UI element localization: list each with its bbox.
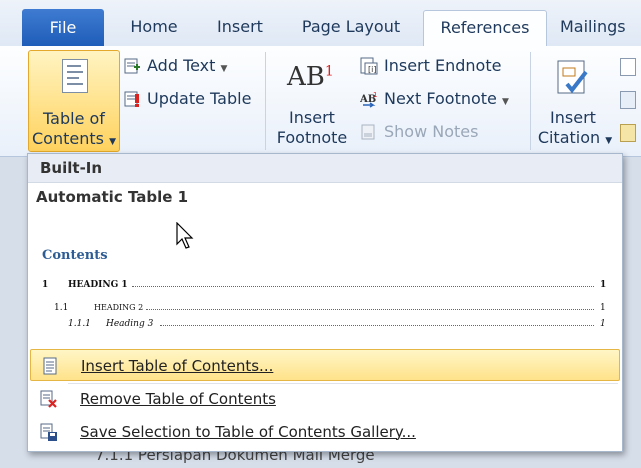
- chevron-down-icon: ▼: [109, 137, 116, 147]
- toc-label-line2: Contents ▼: [32, 129, 116, 148]
- tab-insert[interactable]: Insert: [206, 10, 274, 46]
- tab-home[interactable]: Home: [118, 10, 190, 46]
- preview-title: Contents: [42, 248, 108, 263]
- add-text-icon: [124, 58, 140, 74]
- mouse-cursor-icon: [176, 222, 194, 249]
- insert-footnote-button[interactable]: AB1 Insert Footnote: [270, 50, 354, 150]
- show-notes-button[interactable]: Show Notes: [360, 119, 500, 145]
- insert-footnote-label-1: Insert: [289, 108, 335, 127]
- ribbon-tab-strip: File Home Insert Page Layout References …: [0, 0, 641, 48]
- ribbon-group-separator: [265, 52, 266, 150]
- insert-citation-button[interactable]: Insert Citation ▼: [535, 50, 615, 150]
- ribbon-group-separator: [530, 52, 531, 150]
- style-icon[interactable]: [620, 91, 636, 109]
- add-text-button[interactable]: Add Text ▼: [123, 53, 253, 79]
- insert-endnote-button[interactable]: [i] Insert Endnote: [360, 53, 520, 79]
- tab-references[interactable]: References: [423, 10, 547, 48]
- remove-toc-icon: [40, 390, 57, 408]
- save-to-gallery-icon: [40, 423, 57, 441]
- next-footnote-button[interactable]: AB 1 Next Footnote ▼: [360, 86, 520, 112]
- tab-file[interactable]: File: [22, 9, 104, 47]
- toc-label-line1: Table of: [43, 109, 105, 128]
- next-footnote-icon: AB 1: [360, 91, 377, 108]
- endnote-icon: [i]: [360, 57, 378, 75]
- update-table-button[interactable]: Update Table: [123, 86, 263, 112]
- footnote-icon: AB1: [287, 62, 334, 92]
- bibliography-icon[interactable]: [620, 124, 636, 142]
- gallery-item-title: Automatic Table 1: [36, 188, 189, 206]
- table-of-contents-dropdown: Built-In Automatic Table 1 Contents 1 HE…: [27, 153, 623, 452]
- automatic-table-1-preview[interactable]: Contents 1 HEADING 1 1 1.1 HEADING 2 1 1…: [36, 214, 614, 334]
- tab-mailings[interactable]: Mailings: [560, 10, 641, 46]
- table-of-contents-button[interactable]: Table of Contents ▼: [28, 50, 120, 152]
- remove-table-of-contents-item[interactable]: Remove Table of Contents: [30, 383, 618, 415]
- insert-citation-label-1: Insert: [550, 108, 596, 127]
- insert-citation-label-2: Citation ▼: [537, 128, 613, 147]
- save-selection-to-gallery-item[interactable]: Save Selection to Table of Contents Gall…: [30, 416, 618, 448]
- show-notes-icon: [361, 124, 375, 140]
- ribbon: Table of Contents ▼ Add Text ▼ Update Ta…: [0, 46, 641, 157]
- insert-table-of-contents-item[interactable]: Insert Table of Contents...: [30, 349, 620, 381]
- update-table-icon: [124, 91, 139, 107]
- chevron-down-icon: ▼: [501, 97, 509, 107]
- chevron-down-icon: ▼: [220, 64, 228, 74]
- tab-page-layout[interactable]: Page Layout: [292, 10, 410, 46]
- table-of-contents-icon: [43, 357, 57, 375]
- citation-icon: [557, 60, 588, 94]
- svg-text:[i]: [i]: [368, 65, 376, 74]
- table-of-contents-icon: [62, 59, 88, 93]
- insert-footnote-label-2: Footnote: [276, 128, 348, 147]
- gallery-section-header: Built-In: [28, 154, 622, 183]
- manage-sources-icon[interactable]: [620, 58, 636, 76]
- chevron-down-icon: ▼: [605, 136, 613, 146]
- svg-text:1: 1: [373, 91, 377, 99]
